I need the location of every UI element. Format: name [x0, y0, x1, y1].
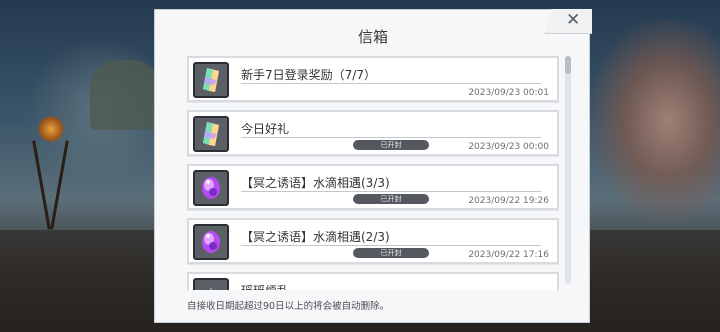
mail-date: 2023/09/22 19:26 [468, 196, 549, 206]
background-brazier [38, 116, 64, 142]
auto-delete-notice: 自接收日期起超过90日以上的将会被自动删除。 [187, 301, 390, 312]
mail-title: 【冥之诱语】水滴相遇(2/3) [241, 230, 390, 244]
divider [241, 137, 541, 138]
scroll-thumb[interactable] [565, 56, 571, 74]
opened-status-badge: 已开封 [353, 194, 429, 204]
purple-gem-icon [193, 224, 229, 260]
dark-item-icon [193, 278, 229, 290]
mail-date: 2023/09/23 00:00 [468, 142, 549, 152]
mail-item[interactable]: 今日好礼 已开封 2023/09/23 00:00 [187, 110, 559, 156]
opened-status-badge: 已开封 [353, 140, 429, 150]
mail-date: 2023/09/22 17:16 [468, 250, 549, 260]
scrollbar[interactable] [565, 56, 571, 284]
background-hut [90, 60, 160, 130]
background-coral-structure [590, 20, 720, 220]
opened-status-badge: 已开封 [353, 248, 429, 258]
mail-title: 【冥之诱语】水滴相遇(3/3) [241, 176, 390, 190]
mailbox-dialog: 信箱 ✕ 新手7日登录奖励（7/7） 2023/09/23 00:01 今日好礼… [154, 9, 592, 323]
divider [241, 245, 541, 246]
mail-date: 2023/09/23 00:01 [468, 88, 549, 98]
mail-title: 瑶瑶烦乱 [241, 282, 289, 290]
mail-title: 新手7日登录奖励（7/7） [241, 68, 376, 82]
close-icon: ✕ [566, 10, 581, 30]
divider [241, 83, 541, 84]
divider [241, 191, 541, 192]
mail-item[interactable]: 新手7日登录奖励（7/7） 2023/09/23 00:01 [187, 56, 559, 102]
mail-item[interactable]: 【冥之诱语】水滴相遇(2/3) 已开封 2023/09/22 17:16 [187, 218, 559, 264]
mail-item[interactable]: 瑶瑶烦乱 [187, 272, 559, 290]
mail-list[interactable]: 新手7日登录奖励（7/7） 2023/09/23 00:01 今日好礼 已开封 … [187, 56, 559, 290]
mail-title: 今日好礼 [241, 122, 290, 136]
mail-item[interactable]: 【冥之诱语】水滴相遇(3/3) 已开封 2023/09/22 19:26 [187, 164, 559, 210]
close-button[interactable]: ✕ [545, 9, 592, 34]
prism-crystal-icon [193, 116, 229, 152]
dialog-title: 信箱 [357, 28, 388, 46]
purple-gem-icon [193, 170, 229, 206]
prism-crystal-icon [193, 62, 229, 98]
